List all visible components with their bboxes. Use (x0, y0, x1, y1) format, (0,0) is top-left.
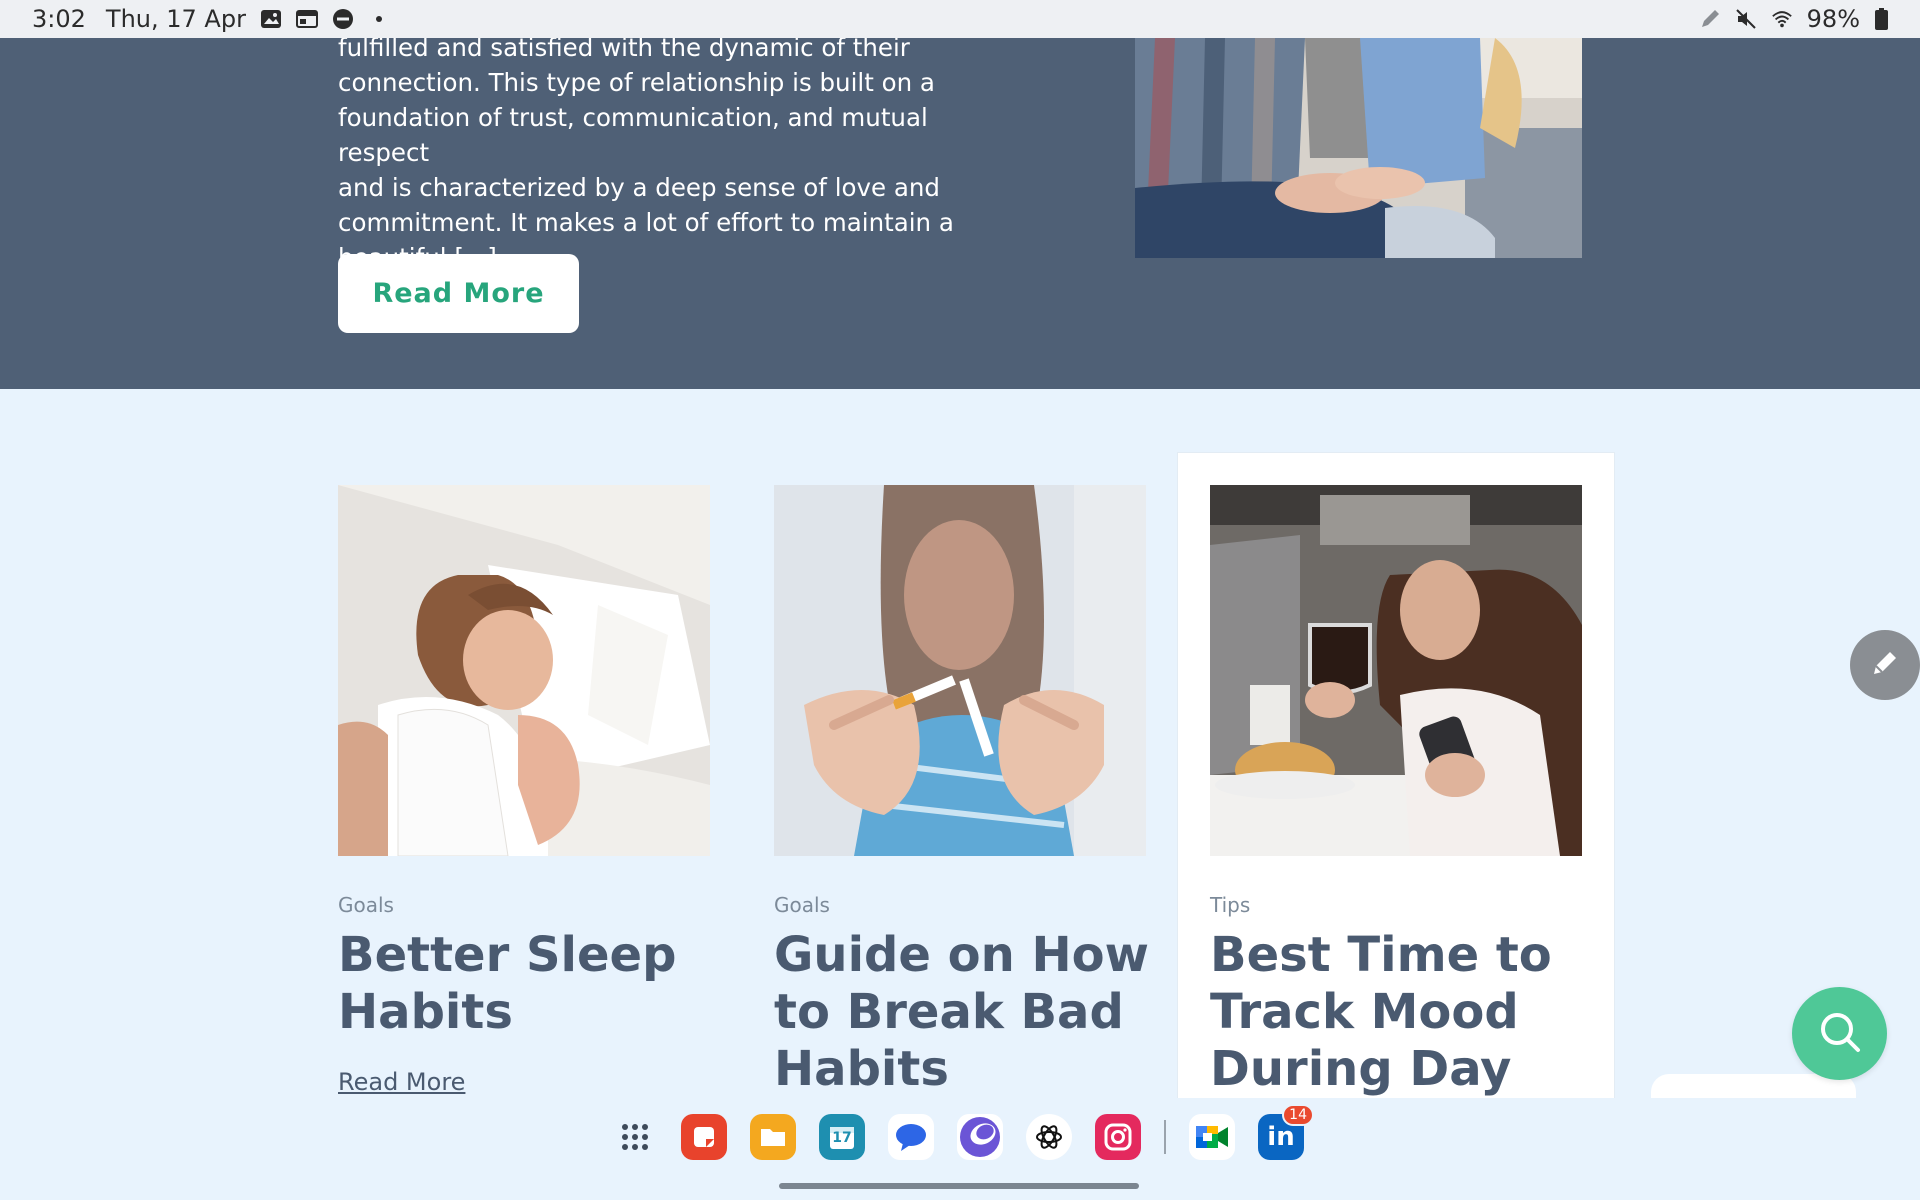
folder-icon (759, 1125, 787, 1149)
linkedin-app[interactable]: in 14 (1258, 1104, 1314, 1160)
calendar-app[interactable]: 17 (819, 1114, 865, 1160)
gallery-icon (260, 8, 282, 30)
search-icon (1817, 1009, 1863, 1059)
card-category: Tips (1210, 893, 1251, 917)
taskbar: 17 in 14 (0, 1098, 1920, 1200)
hero-read-more-button[interactable]: Read More (338, 254, 579, 333)
article-card-active[interactable]: Tips Best Time to Track Mood During Day (1178, 453, 1614, 1098)
card-title[interactable]: Best Time to Track Mood During Day (1210, 927, 1600, 1098)
dock-apps: 17 in 14 (612, 1104, 1314, 1160)
pencil-icon (1868, 646, 1902, 684)
mute-icon (1735, 8, 1757, 30)
home-indicator[interactable] (779, 1183, 1139, 1189)
battery-icon (1874, 8, 1888, 30)
status-right: 98% (1699, 5, 1888, 33)
card-title[interactable]: Better Sleep Habits (338, 927, 718, 1041)
card-title-line: to Break Bad (774, 984, 1124, 1040)
hero-line: connection. This type of relationship is… (338, 68, 935, 97)
messages-icon (893, 1121, 929, 1153)
browser-app[interactable] (957, 1114, 1003, 1160)
notes-icon (690, 1123, 718, 1151)
dot-icon (368, 8, 390, 30)
meet-icon (1194, 1122, 1230, 1152)
card-title-line: Habits (774, 1041, 949, 1097)
browser-icon (959, 1116, 1001, 1158)
card-image-sleep[interactable] (338, 485, 710, 856)
card-category: Goals (774, 893, 830, 917)
edit-button[interactable] (1850, 630, 1920, 700)
files-app[interactable] (750, 1114, 796, 1160)
hero-image (1135, 38, 1582, 258)
card-read-more-link[interactable]: Read More (338, 1068, 465, 1096)
chatgpt-app[interactable] (1026, 1114, 1072, 1160)
hero-line: foundation of trust, communication, and … (338, 103, 928, 167)
card-image-coffee[interactable] (1210, 485, 1582, 856)
hero-excerpt: fulfilled and satisfied with the dynamic… (338, 38, 978, 275)
hero-section: fulfilled and satisfied with the dynamic… (0, 38, 1920, 389)
card-title-line: Habits (338, 984, 513, 1040)
messages-app[interactable] (888, 1114, 934, 1160)
chatgpt-icon (1033, 1121, 1065, 1153)
status-date: Thu, 17 Apr (105, 5, 246, 33)
hero-line: fulfilled and satisfied with the dynamic… (338, 38, 910, 62)
instagram-app[interactable] (1095, 1114, 1141, 1160)
status-left: 3:02 Thu, 17 Apr (32, 5, 390, 33)
notification-badge: 14 (1282, 1104, 1314, 1126)
meet-app[interactable] (1189, 1114, 1235, 1160)
pen-icon (1699, 8, 1721, 30)
grid-icon (620, 1122, 650, 1152)
app-drawer-button[interactable] (612, 1114, 658, 1160)
card-category: Goals (338, 893, 394, 917)
linkedin-icon: in (1267, 1122, 1295, 1152)
calendar-day: 17 (832, 1130, 852, 1146)
calendar-widget-icon (295, 8, 318, 30)
card-title-line: Best Time to (1210, 927, 1552, 983)
instagram-icon (1103, 1122, 1133, 1152)
battery-percent: 98% (1806, 5, 1860, 33)
notes-app[interactable] (681, 1114, 727, 1160)
card-image-cigarette[interactable] (774, 485, 1146, 856)
card-title-line: Better Sleep (338, 927, 677, 983)
dnd-icon (332, 8, 354, 30)
article-card[interactable]: Goals Better Sleep Habits Read More (306, 453, 742, 1098)
hero-line: and is characterized by a deep sense of … (338, 173, 940, 202)
hero-line: commitment. It makes a lot of effort to … (338, 208, 954, 237)
card-title-line: Guide on How (774, 927, 1149, 983)
card-title[interactable]: Guide on How to Break Bad Habits (774, 927, 1164, 1098)
wifi-icon (1771, 8, 1793, 30)
status-time: 3:02 (32, 5, 86, 33)
dock-divider (1164, 1120, 1166, 1154)
card-title-line: Track Mood (1210, 984, 1519, 1040)
card-title-line: During Day (1210, 1041, 1512, 1097)
status-bar: 3:02 Thu, 17 Apr 98% (0, 0, 1920, 38)
article-card[interactable]: Goals Guide on How to Break Bad Habits (742, 453, 1178, 1098)
search-button[interactable] (1792, 987, 1887, 1080)
